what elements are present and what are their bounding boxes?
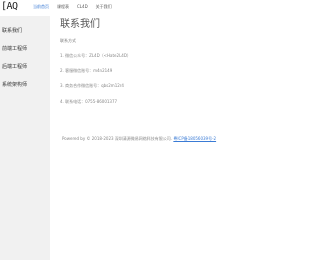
contact-line-wechat-official: 1. 微信公众号：ZL4D（<Hate2L4D）	[60, 53, 131, 58]
main-content: 联系我们 联系方式 1. 微信公众号：ZL4D（<Hate2L4D） 2. 客服…	[50, 16, 261, 260]
nav-link-home[interactable]: 当前首页	[33, 4, 49, 10]
footer: Powered by © 2018-2023 深圳清源微易网络科技有限公司. 粤…	[62, 136, 216, 142]
page-title: 联系我们	[60, 19, 100, 30]
site-logo[interactable]: [AQ	[1, 2, 18, 12]
contact-subtitle: 联系方式	[60, 38, 76, 43]
footer-icp-link[interactable]: 粤ICP备18056039号-2	[173, 136, 216, 141]
sidebar: 联系我们 前端工程师 后端工程师 系统架构师	[0, 16, 50, 260]
nav-link-cl4d[interactable]: CL4D	[77, 4, 88, 10]
sidebar-item-frontend[interactable]: 前端工程师	[0, 40, 50, 58]
sidebar-item-contact[interactable]: 联系我们	[0, 22, 50, 40]
top-navigation-bar: [AQ 当前首页 课程表 CL4D 关于我们	[0, 0, 261, 16]
main-nav: 当前首页 课程表 CL4D 关于我们	[33, 4, 120, 10]
footer-copyright: Powered by © 2018-2023 深圳清源微易网络科技有限公司.	[62, 136, 173, 141]
page: [AQ 当前首页 课程表 CL4D 关于我们 联系我们 前端工程师 后端工程师 …	[0, 0, 261, 260]
nav-link-about[interactable]: 关于我们	[96, 4, 112, 10]
contact-line-service-wechat: 2. 客服微信账号：m4n2149	[60, 68, 113, 73]
contact-line-business-wechat: 3. 商务合作微信账号：qbs2m12r4	[60, 83, 124, 88]
nav-link-courses[interactable]: 课程表	[57, 4, 69, 10]
sidebar-item-architect[interactable]: 系统架构师	[0, 76, 50, 94]
sidebar-item-backend[interactable]: 后端工程师	[0, 58, 50, 76]
contact-line-phone: 4. 联系电话：0755-86001377	[60, 99, 118, 104]
